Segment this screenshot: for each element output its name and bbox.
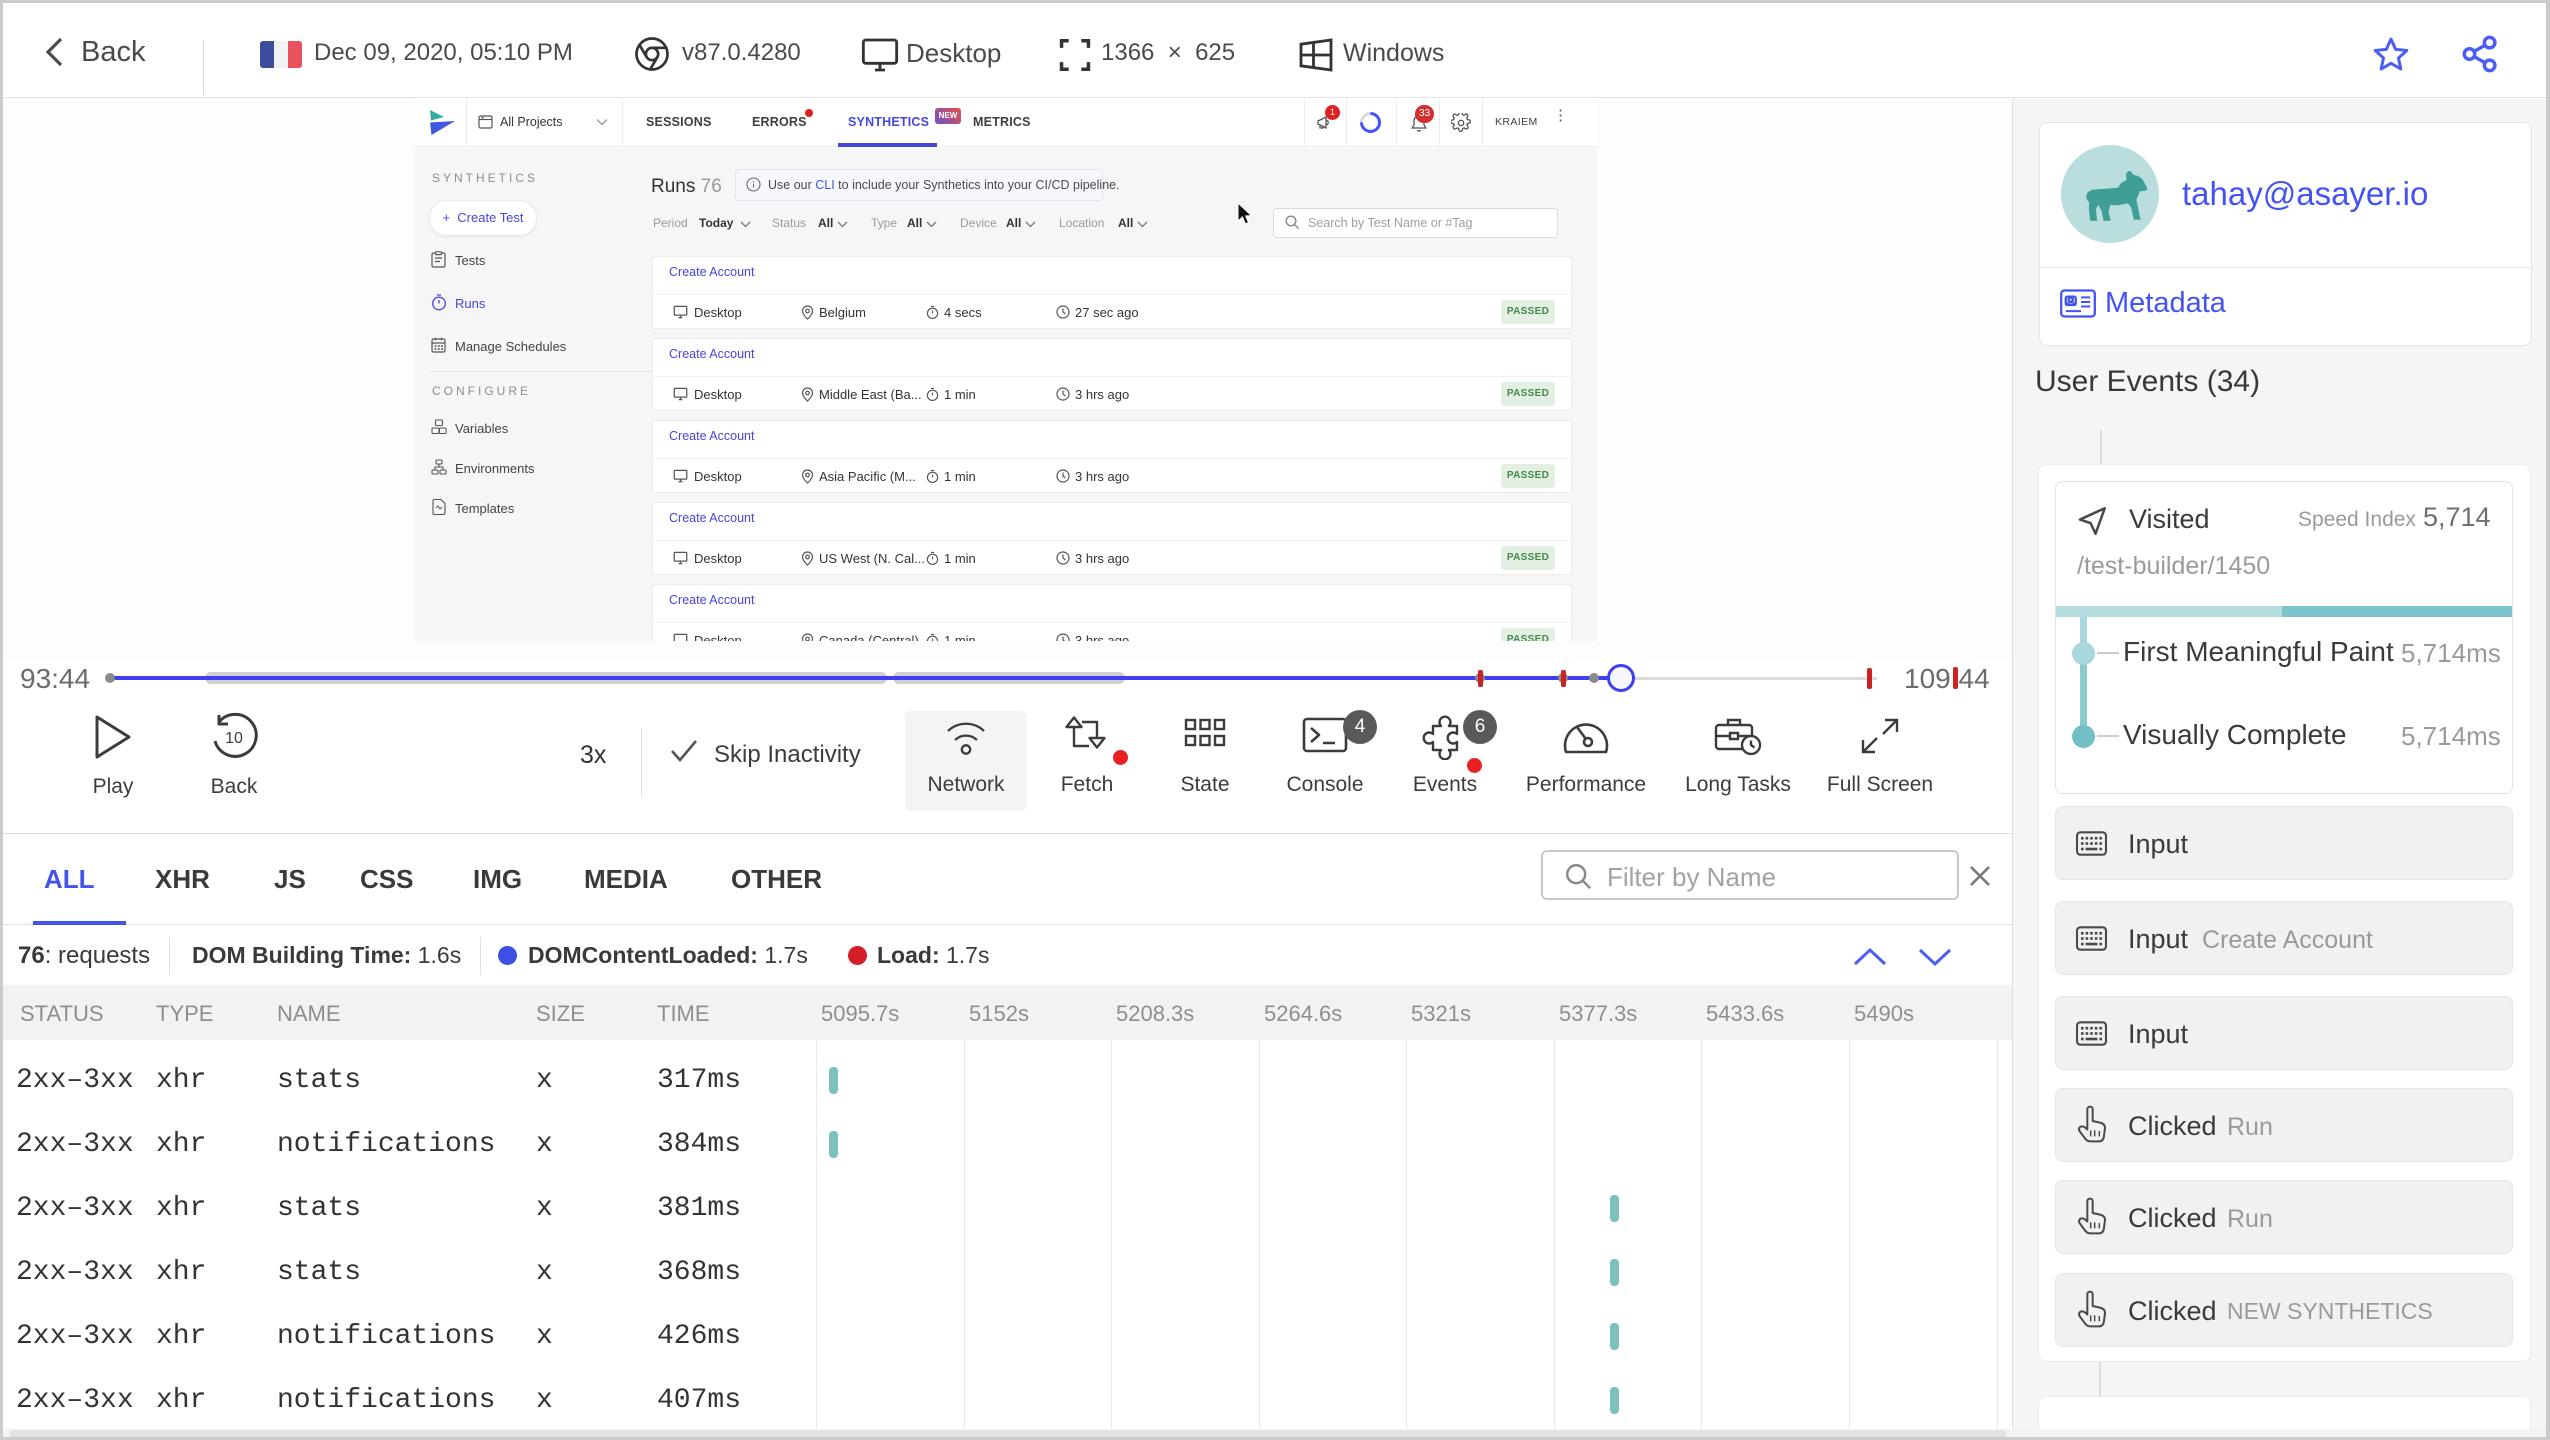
svg-text:10: 10	[225, 730, 243, 747]
